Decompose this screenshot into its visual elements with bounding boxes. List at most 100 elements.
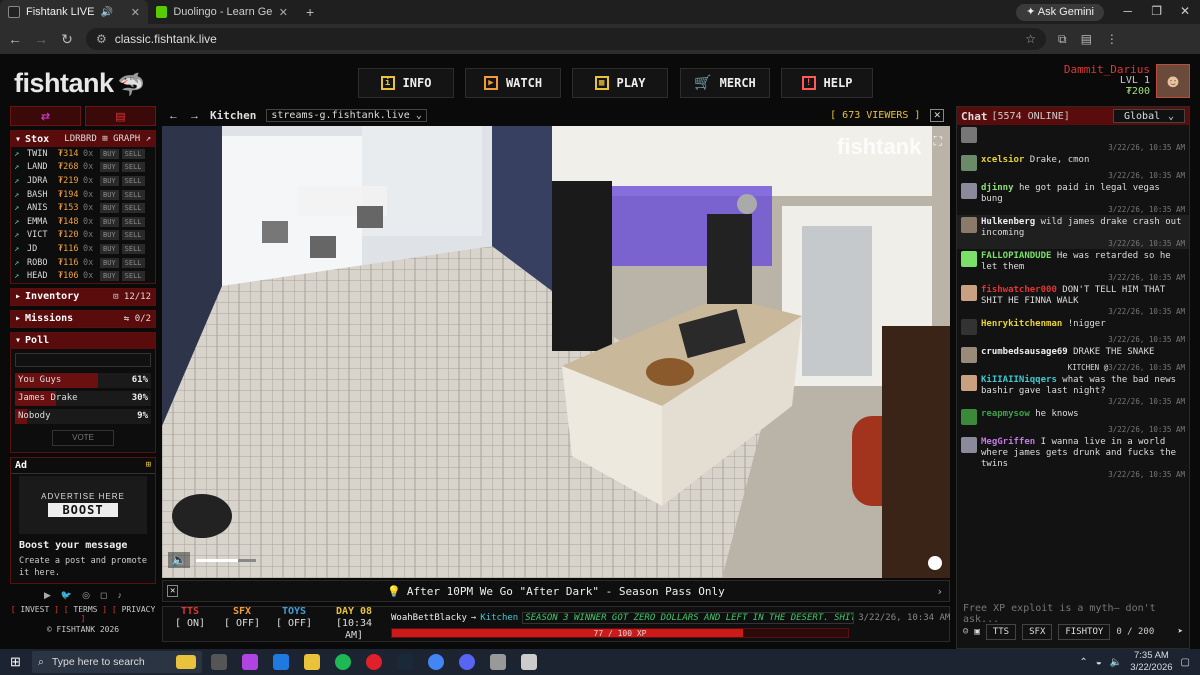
- volume-control[interactable]: 🔈: [168, 552, 257, 568]
- tab-duolingo[interactable]: Duolingo - Learn German with ... ✕: [148, 0, 296, 24]
- speaker-icon[interactable]: 🔈: [1110, 657, 1122, 668]
- discord-icon[interactable]: [459, 654, 475, 670]
- send-icon[interactable]: ➤: [1178, 627, 1183, 637]
- chrome-icon[interactable]: [428, 654, 444, 670]
- chat-username[interactable]: Henrykitchenman: [981, 319, 1062, 329]
- new-tab-button[interactable]: +: [296, 4, 324, 20]
- extensions-icon[interactable]: ⧉: [1058, 32, 1067, 47]
- emoji-icon[interactable]: ☺: [963, 627, 968, 637]
- stream-icon[interactable]: ▣: [974, 627, 979, 637]
- chat-avatar[interactable]: [961, 155, 977, 171]
- chat-avatar[interactable]: [961, 127, 977, 143]
- nav-merch-button[interactable]: 🛒 MERCH: [680, 68, 770, 98]
- widgets-icon[interactable]: [176, 655, 196, 669]
- buy-button[interactable]: BUY: [100, 243, 119, 254]
- poll-option[interactable]: James Drake 30%: [15, 390, 151, 406]
- tiktok-icon[interactable]: ♪: [118, 590, 123, 600]
- minimize-icon[interactable]: ─: [1123, 4, 1132, 18]
- file-explorer-icon[interactable]: [304, 654, 320, 670]
- chat-avatar[interactable]: [961, 319, 977, 335]
- paint-icon[interactable]: [521, 654, 537, 670]
- next-announcement-icon[interactable]: ›: [936, 585, 943, 598]
- close-video-icon[interactable]: ✕: [930, 109, 944, 122]
- site-info-icon[interactable]: ⚙: [96, 32, 107, 46]
- nav-info-button[interactable]: i INFO: [358, 68, 454, 98]
- graph-link[interactable]: GRAPH: [113, 134, 140, 144]
- collapse-icon[interactable]: ▾: [15, 134, 21, 145]
- buy-button[interactable]: BUY: [100, 175, 119, 186]
- stock-row[interactable]: ↗ BASH ₮194 0x BUY SELL: [11, 188, 155, 202]
- chat-username[interactable]: crumbedsausage69: [981, 347, 1068, 357]
- sell-button[interactable]: SELL: [121, 175, 145, 186]
- chat-channel-select[interactable]: Global ⌄: [1113, 109, 1185, 123]
- chat-message[interactable]: FALLOPIANDUDE He was retarded so he let …: [957, 249, 1189, 283]
- chat-avatar[interactable]: [961, 375, 977, 391]
- chat-avatar[interactable]: [961, 347, 977, 363]
- chat-avatar[interactable]: [961, 437, 977, 453]
- copilot-icon[interactable]: [242, 654, 258, 670]
- windows-start-icon[interactable]: ⊞: [10, 654, 21, 670]
- toggle-tts[interactable]: TTS[ ON]: [169, 606, 211, 642]
- bookmark-star-icon[interactable]: ☆: [1025, 32, 1046, 46]
- opera-icon[interactable]: [366, 654, 382, 670]
- poll-option[interactable]: You Guys 61%: [15, 372, 151, 388]
- chat-username[interactable]: djinny: [981, 183, 1014, 193]
- leaderboard-link[interactable]: LDRBRD: [64, 134, 97, 144]
- collapse-icon[interactable]: ▾: [15, 335, 21, 346]
- shop-button[interactable]: ▤: [85, 106, 156, 126]
- stock-row[interactable]: ↗ ROBO ₮116 0x BUY SELL: [11, 256, 155, 270]
- chat-username[interactable]: FALLOPIANDUDE: [981, 251, 1051, 261]
- chat-avatar[interactable]: [961, 285, 977, 301]
- forward-icon[interactable]: →: [34, 31, 48, 47]
- buy-button[interactable]: BUY: [100, 271, 119, 282]
- stock-row[interactable]: ↗ EMMA ₮148 0x BUY SELL: [11, 215, 155, 229]
- sell-button[interactable]: SELL: [121, 203, 145, 214]
- stream-select[interactable]: streams-g.fishtank.live ⌄: [266, 109, 427, 122]
- maximize-icon[interactable]: ❐: [1151, 4, 1162, 18]
- sell-button[interactable]: SELL: [121, 271, 145, 282]
- buy-button[interactable]: BUY: [100, 257, 119, 268]
- vote-button[interactable]: VOTE: [52, 429, 114, 446]
- chat-avatar[interactable]: [961, 183, 977, 199]
- buy-button[interactable]: BUY: [100, 216, 119, 227]
- chat-message[interactable]: xcelsior Drake, cmon 3/22/26, 10:35 AM: [957, 153, 1189, 181]
- chat-username[interactable]: Hulkenberg: [981, 217, 1035, 227]
- buy-button[interactable]: BUY: [100, 189, 119, 200]
- notifications-icon[interactable]: ▢: [1181, 657, 1190, 668]
- tts-button[interactable]: TTS: [985, 624, 1017, 640]
- buy-button[interactable]: BUY: [100, 148, 119, 159]
- sfx-button[interactable]: SFX: [1022, 624, 1053, 640]
- discord-icon[interactable]: ◎: [82, 590, 90, 600]
- missions-panel[interactable]: ▸ Missions ⇆ 0/2: [10, 309, 156, 328]
- fullscreen-icon[interactable]: ⛶: [934, 134, 942, 149]
- stock-row[interactable]: ↗ VICT ₮120 0x BUY SELL: [11, 229, 155, 243]
- chat-username[interactable]: xcelsior: [981, 155, 1024, 165]
- menu-icon[interactable]: ⋮: [1106, 32, 1118, 47]
- chat-username[interactable]: fishwatcher000: [981, 285, 1057, 295]
- steam-icon[interactable]: [397, 654, 413, 670]
- stream-switch-button[interactable]: ⇄: [10, 106, 81, 126]
- chat-message[interactable]: MegGriffen I wanna live in a world where…: [957, 435, 1189, 480]
- ad-banner[interactable]: ADVERTISE HERE BOOST: [19, 475, 147, 534]
- nav-watch-button[interactable]: ▶ WATCH: [465, 68, 561, 98]
- sell-button[interactable]: SELL: [121, 148, 145, 159]
- chat-message[interactable]: crumbedsausage69 DRAKE THE SNAKE KITCHEN …: [957, 345, 1189, 373]
- chat-avatar[interactable]: [961, 217, 977, 233]
- ask-gemini-button[interactable]: ✦ Ask Gemini: [1016, 4, 1104, 21]
- sell-button[interactable]: SELL: [121, 216, 145, 227]
- sell-button[interactable]: SELL: [121, 243, 145, 254]
- close-caption-icon[interactable]: ✕: [167, 585, 179, 597]
- chat-message[interactable]: djinny he got paid in legal vegas bung 3/…: [957, 181, 1189, 215]
- chat-message[interactable]: Henrykitchenman !nigger 3/22/26, 10:35 AM: [957, 317, 1189, 345]
- nav-help-button[interactable]: ! HELP: [781, 68, 873, 98]
- back-icon[interactable]: ←: [8, 31, 22, 47]
- prev-camera-icon[interactable]: ←: [168, 110, 179, 122]
- sidepanel-icon[interactable]: ▤: [1081, 32, 1092, 47]
- close-tab-icon[interactable]: ✕: [131, 6, 140, 19]
- twitter-icon[interactable]: 🐦: [61, 590, 72, 600]
- stock-row[interactable]: ↗ TWIN ₮314 0x BUY SELL: [11, 147, 155, 161]
- ad-info-icon[interactable]: ⊞: [146, 460, 151, 470]
- user-panel[interactable]: Dammit_Darius LVL 1 ₮200 ☻: [1064, 64, 1190, 98]
- video-player[interactable]: fishtank ⛶ 🔈: [162, 126, 950, 578]
- nav-play-button[interactable]: ▦ PLAY: [572, 68, 668, 98]
